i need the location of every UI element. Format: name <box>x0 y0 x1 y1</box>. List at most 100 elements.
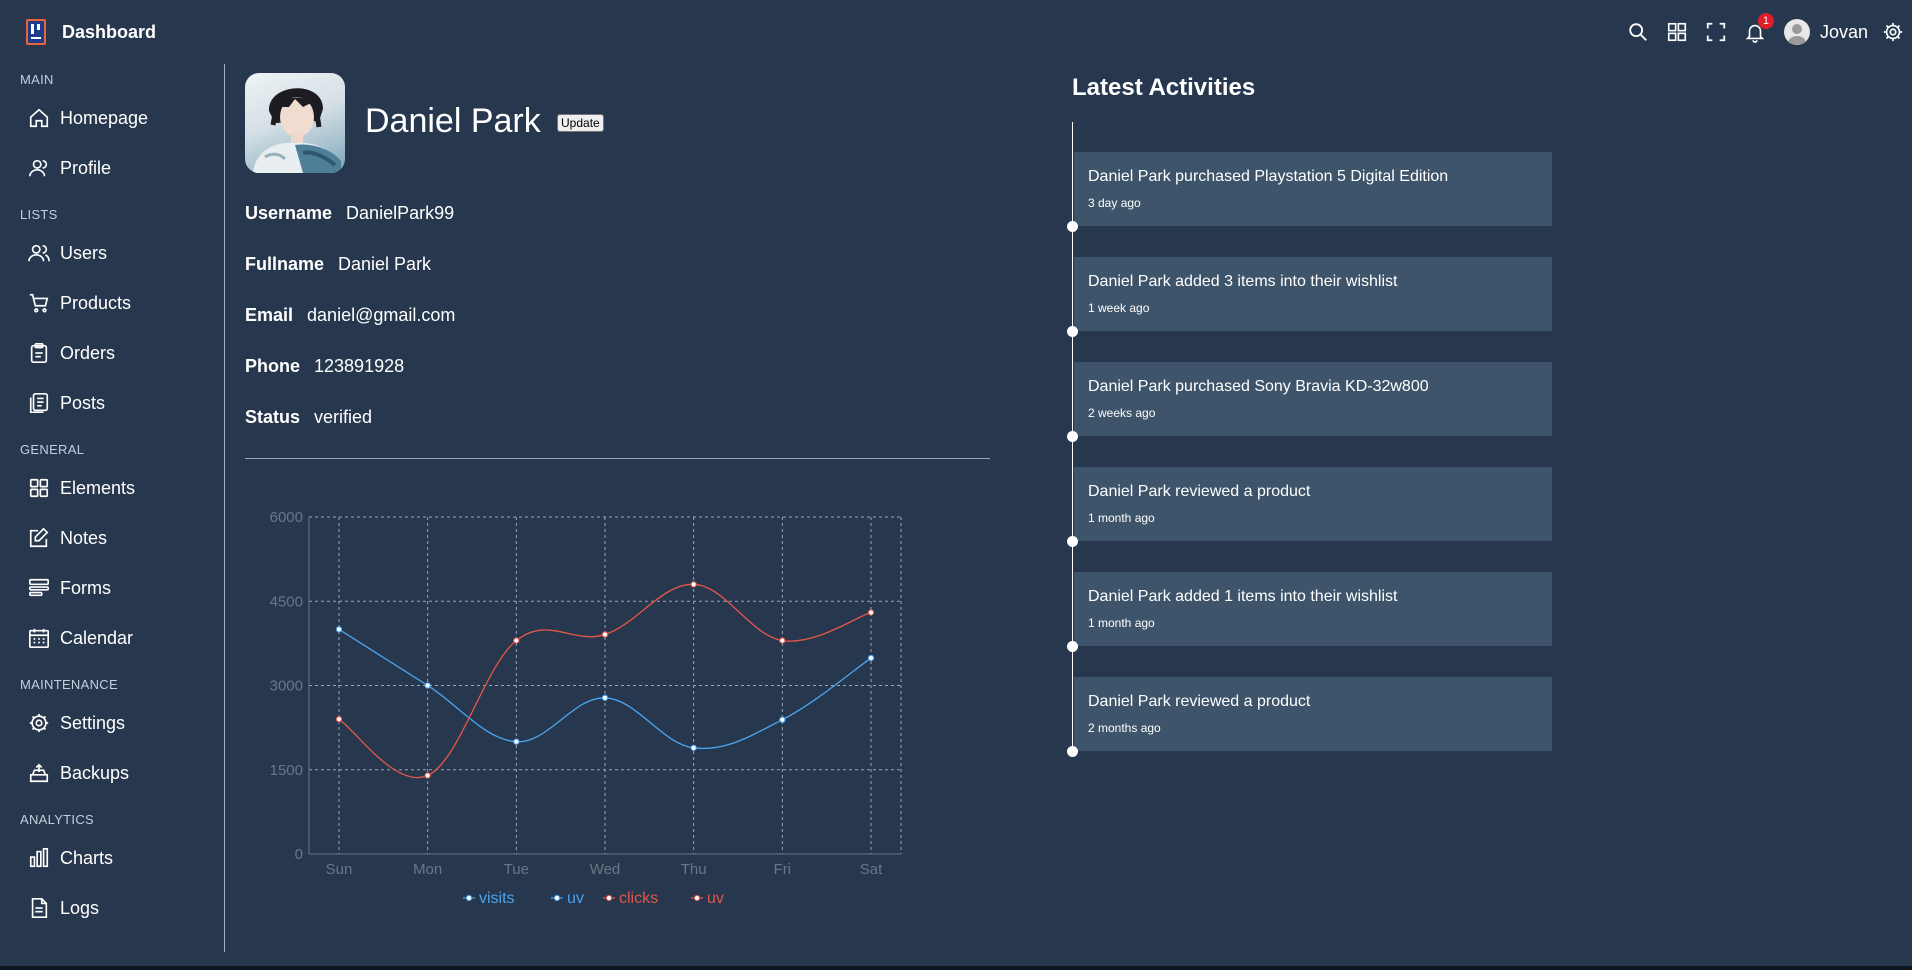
activity-text: Daniel Park added 1 items into their wis… <box>1088 588 1398 605</box>
user-menu[interactable]: Jovan <box>1783 19 1868 45</box>
line-chart: 0 1500 3000 4500 6000 Sun Mon Tue Wed Thu Fri Sat vi… <box>270 509 902 907</box>
section-title-maintenance: MAINTENANCE <box>20 677 118 692</box>
detail-value: daniel@gmail.com <box>307 305 456 325</box>
activity-card[interactable]: Daniel Park reviewed a product 1 month ag… <box>1074 467 1552 541</box>
detail-key: Username <box>245 203 333 223</box>
x-tick-label: Tue <box>504 861 529 878</box>
detail-value: 123891928 <box>314 356 405 376</box>
detail-username: Username DanielPark99 <box>245 203 454 224</box>
data-point <box>867 609 875 616</box>
activity-card[interactable]: Daniel Park reviewed a product 2 months a… <box>1074 677 1552 751</box>
data-point <box>513 738 520 745</box>
data-point <box>690 581 697 588</box>
activity-time: 2 weeks ago <box>1088 406 1156 420</box>
avatar[interactable] <box>1783 19 1810 45</box>
brand-title[interactable]: Dashboard <box>62 22 156 43</box>
timeline-dot <box>1067 431 1078 442</box>
notification-badge: 1 <box>1757 13 1774 29</box>
activity-time: 1 month ago <box>1088 511 1155 525</box>
data-point <box>335 716 343 723</box>
top-toolbar: 1 Jovan <box>1610 13 1912 50</box>
activity-time: 2 months ago <box>1088 721 1161 735</box>
activity-card[interactable]: Daniel Park purchased Playstation 5 Digi… <box>1074 152 1552 226</box>
bell-icon[interactable]: 1 <box>1744 13 1774 43</box>
legend-label: uv <box>567 890 584 907</box>
sidebar-item-label: Homepage <box>60 107 149 128</box>
detail-phone: Phone 123891928 <box>245 356 404 377</box>
data-point <box>867 654 875 662</box>
activity-card[interactable]: Daniel Park purchased Sony Bravia KD-32w… <box>1074 362 1552 436</box>
legend-label: visits <box>479 890 515 907</box>
sidebar-item-notes[interactable]: Notes <box>28 521 107 555</box>
cart-icon <box>29 293 49 313</box>
detail-value: DanielPark99 <box>346 203 455 223</box>
x-tick-label: Sat <box>860 861 883 878</box>
x-tick-label: Wed <box>590 861 621 878</box>
detail-status: Status verified <box>245 407 372 428</box>
profile-name: Daniel Park <box>365 102 541 140</box>
sidebar-item-forms[interactable]: Forms <box>28 571 111 605</box>
data-point <box>424 772 431 779</box>
activity-text: Daniel Park purchased Playstation 5 Digi… <box>1088 168 1449 185</box>
activity-text: Daniel Park purchased Sony Bravia KD-32w… <box>1088 378 1429 395</box>
sidebar-item-label: Settings <box>60 712 126 733</box>
sidebar-item-products[interactable]: Products <box>28 286 131 320</box>
notes-icon <box>29 527 49 548</box>
backup-icon <box>29 763 49 783</box>
data-point <box>424 682 431 689</box>
y-tick-label: 0 <box>295 846 303 863</box>
legend-label: clicks <box>619 890 658 907</box>
timeline-dot <box>1067 536 1078 547</box>
sidebar-item-label: Profile <box>60 157 112 178</box>
detail-email: Email daniel@gmail.com <box>245 305 455 326</box>
sidebar-item-homepage[interactable]: Homepage <box>28 101 148 135</box>
sidebar-item-calendar[interactable]: Calendar <box>28 621 133 655</box>
sidebar: MAIN Homepage Profile LISTS Users Produc… <box>0 64 225 952</box>
sidebar-item-label: Calendar <box>60 627 134 648</box>
sidebar-item-charts[interactable]: Charts <box>28 841 113 875</box>
sidebar-item-elements[interactable]: Elements <box>28 471 135 505</box>
sidebar-item-settings[interactable]: Settings <box>28 706 125 740</box>
section-title-lists: LISTS <box>20 207 58 222</box>
section-title-general: GENERAL <box>20 442 85 457</box>
gear-icon <box>29 713 49 733</box>
grid-icon[interactable] <box>1666 21 1688 43</box>
sidebar-item-posts[interactable]: Posts <box>28 386 105 420</box>
sidebar-item-logs[interactable]: Logs <box>28 891 99 925</box>
logs-icon <box>31 898 48 918</box>
data-point <box>335 626 343 633</box>
top-bar: Dashboard 1 Jovan <box>0 0 1912 64</box>
activity-card[interactable]: Daniel Park added 1 items into their wis… <box>1074 572 1552 646</box>
user-icon <box>29 159 48 177</box>
sidebar-item-backups[interactable]: Backups <box>28 756 129 790</box>
detail-value: Daniel Park <box>338 254 432 274</box>
gear-icon[interactable] <box>1882 21 1904 43</box>
data-point <box>601 631 609 638</box>
legend-label: uv <box>707 890 724 907</box>
fullscreen-icon[interactable] <box>1705 21 1727 43</box>
chart-icon <box>29 848 49 868</box>
profile-avatar <box>245 73 345 173</box>
x-tick-label: Thu <box>681 861 707 878</box>
activity-card[interactable]: Daniel Park added 3 items into their wis… <box>1074 257 1552 331</box>
legend-marker <box>465 894 473 902</box>
clipboard-icon <box>30 343 48 363</box>
detail-key: Phone <box>245 356 301 376</box>
x-tick-label: Sun <box>326 861 353 878</box>
sidebar-item-label: Backups <box>60 762 130 783</box>
detail-key: Status <box>245 407 301 427</box>
data-point <box>690 744 697 751</box>
divider <box>245 458 990 459</box>
timeline-dot <box>1067 641 1078 652</box>
search-icon[interactable] <box>1627 21 1649 43</box>
sidebar-item-orders[interactable]: Orders <box>28 336 115 370</box>
calendar-icon <box>29 628 49 648</box>
activity-text: Daniel Park added 3 items into their wis… <box>1088 273 1398 290</box>
forms-icon <box>29 578 49 597</box>
sidebar-item-label: Logs <box>60 897 100 918</box>
sidebar-item-label: Notes <box>60 527 108 548</box>
update-button[interactable]: Update <box>557 114 604 132</box>
sidebar-item-users[interactable]: Users <box>28 236 107 270</box>
timeline-dot <box>1067 221 1078 232</box>
sidebar-item-profile[interactable]: Profile <box>28 151 111 185</box>
